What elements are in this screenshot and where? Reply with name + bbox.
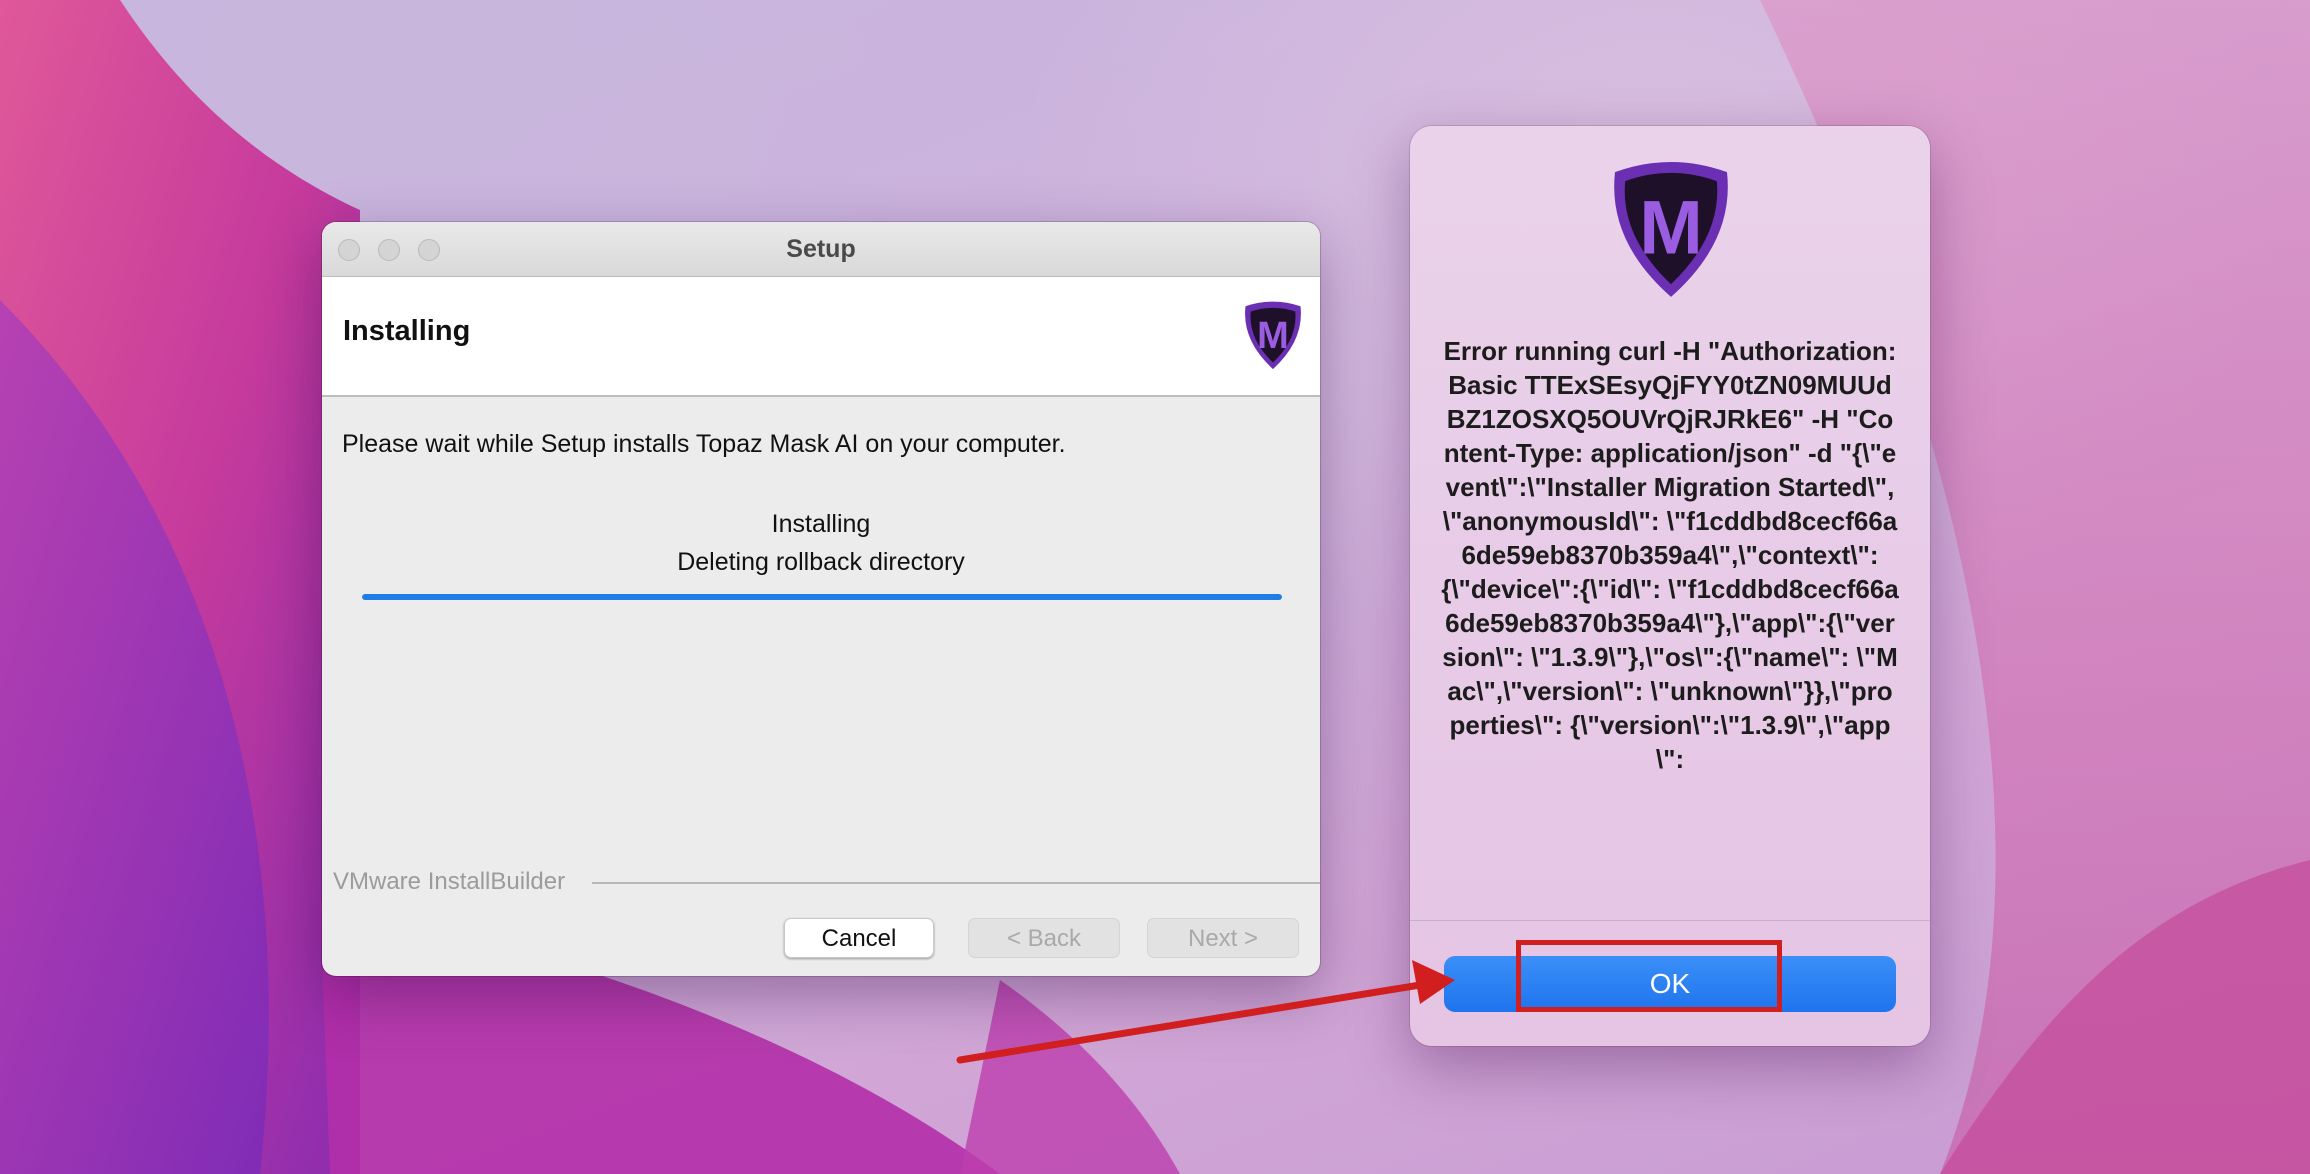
annotation-arrow-icon <box>956 960 1455 1064</box>
